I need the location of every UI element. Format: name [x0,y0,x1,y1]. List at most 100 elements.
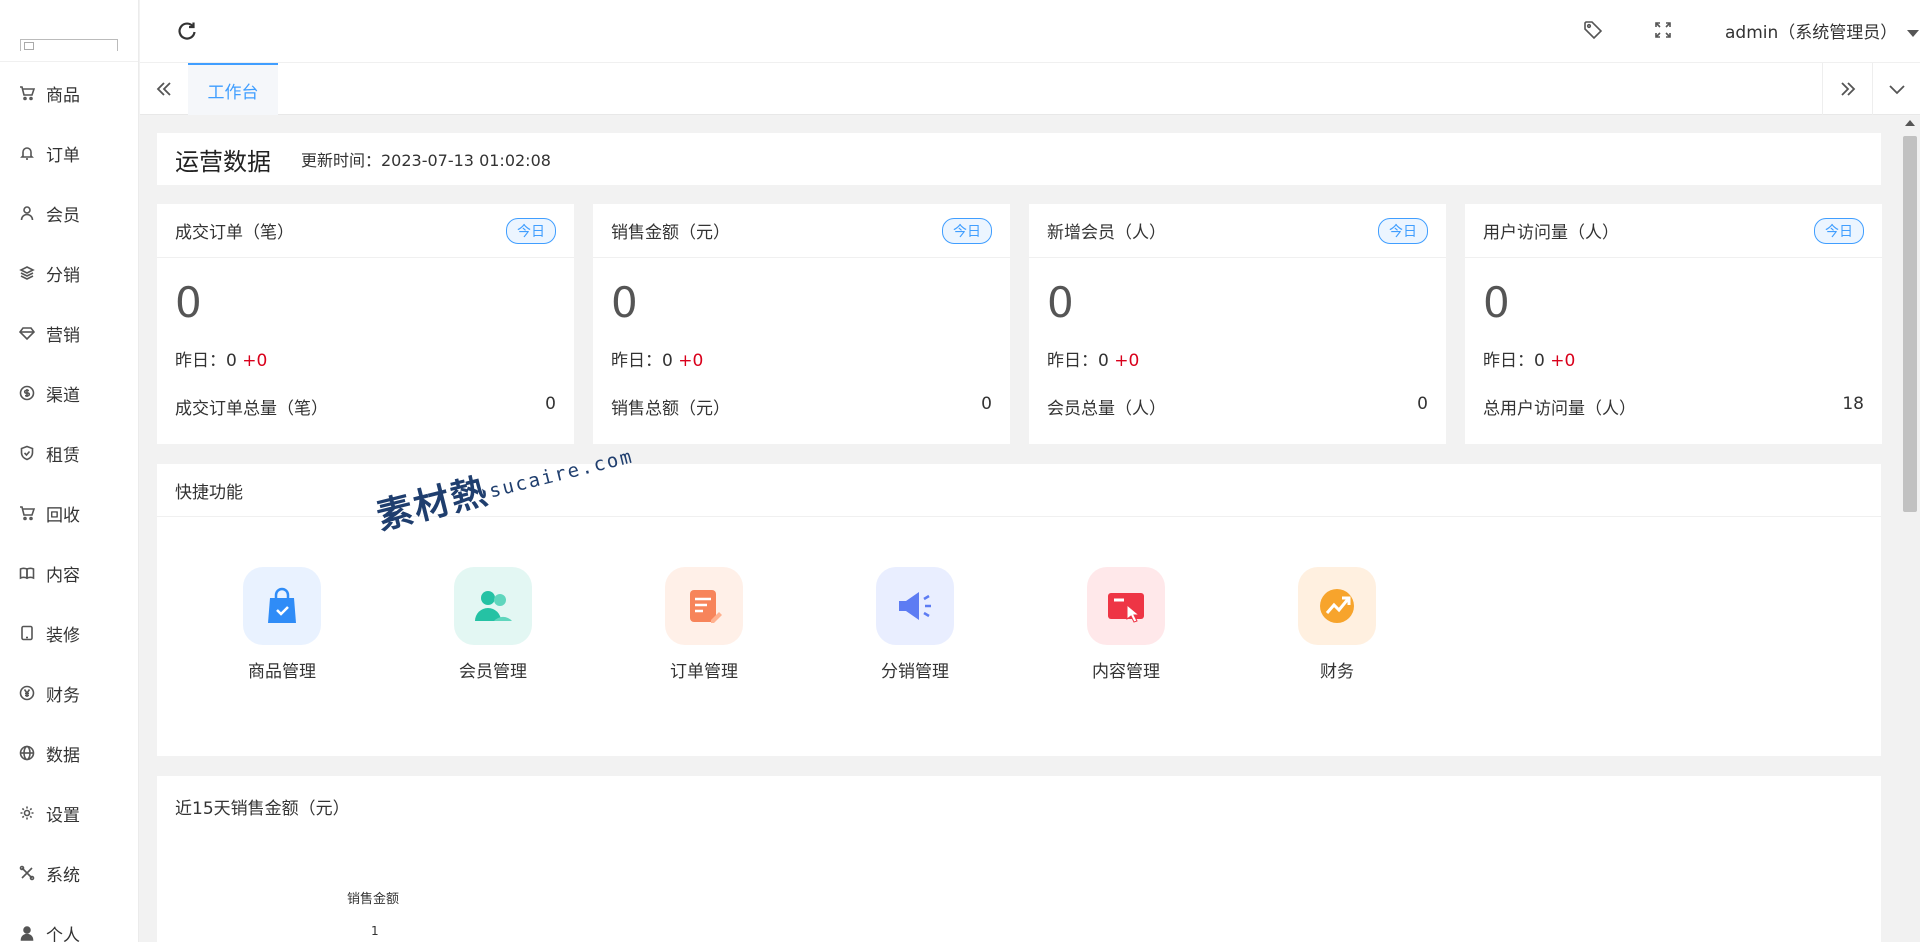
stat-card-new-members: 新增会员（人） 今日 0 昨日：0 +0 会员总量（人） 0 [1029,204,1446,444]
stat-title: 成交订单（笔） [175,223,294,243]
chart-title: 近15天销售金额（元） [175,799,350,819]
tab-bar: 工作台 [140,63,1920,115]
scroll-up-arrow-icon[interactable] [1905,120,1915,126]
sidebar-item-content[interactable]: 内容 [0,543,138,603]
sidebar-item-decoration[interactable]: 装修 [0,603,138,663]
page-title: 运营数据 [175,147,271,176]
stat-title: 用户访问量（人） [1483,223,1619,243]
sidebar-item-label: 内容 [46,565,80,586]
yesterday-label: 昨日：0 [1483,351,1545,371]
stat-total: 会员总量（人） 0 [1029,384,1446,419]
sidebar-item-members[interactable]: 会员 [0,183,138,243]
quick-label: 会员管理 [459,662,527,682]
sidebar-item-orders[interactable]: 订单 [0,123,138,183]
tag-icon[interactable] [1583,20,1605,42]
total-label: 成交订单总量（笔） [175,399,328,419]
bell-icon [18,144,36,162]
total-label: 会员总量（人） [1047,399,1166,419]
quick-distribution-management[interactable]: 分销管理 [855,567,975,682]
today-badge: 今日 [506,217,556,244]
gear-icon [18,804,36,822]
tabs-scroll-right-button[interactable] [1822,63,1872,115]
quick-label: 分销管理 [881,662,949,682]
stat-value: 0 [1483,278,1510,327]
sidebar-item-goods[interactable]: 商品 [0,63,138,123]
sidebar-item-marketing[interactable]: 营销 [0,303,138,363]
total-label: 总用户访问量（人） [1483,399,1636,419]
sidebar-item-distribution[interactable]: 分销 [0,243,138,303]
quick-member-management[interactable]: 会员管理 [433,567,553,682]
sidebar-item-label: 租赁 [46,445,80,466]
stat-total: 销售总额（元） 0 [593,384,1010,419]
tablet-icon [18,624,36,642]
user-name: admin（系统管理员） [1725,23,1898,43]
sidebar-item-label: 分销 [46,265,80,286]
vertical-scrollbar[interactable] [1900,116,1920,942]
sidebar-item-label: 个人 [46,925,80,942]
total-value: 18 [1842,394,1864,414]
quick-content-management[interactable]: 内容管理 [1066,567,1186,682]
trend-coin-icon [1298,567,1376,645]
layers-icon [18,264,36,282]
quick-label: 财务 [1320,662,1354,682]
sidebar-item-label: 设置 [46,805,80,826]
scrollbar-thumb[interactable] [1903,136,1917,512]
total-value: 0 [1417,394,1428,414]
main-content: 运营数据 更新时间：2023-07-13 01:02:08 成交订单（笔） 今日… [140,116,1900,942]
caret-down-icon [1907,29,1920,37]
sidebar-item-label: 回收 [46,505,80,526]
megaphone-icon [876,567,954,645]
yesterday-delta: +0 [1114,351,1140,371]
sidebar-item-settings[interactable]: 设置 [0,783,138,843]
stat-yesterday: 昨日：0 +0 [1465,336,1882,384]
quick-order-management[interactable]: 订单管理 [644,567,764,682]
sidebar-item-leasing[interactable]: 租赁 [0,423,138,483]
yesterday-delta: +0 [678,351,704,371]
sidebar-item-channels[interactable]: 渠道 [0,363,138,423]
user-menu[interactable]: admin（系统管理员） [1725,18,1920,43]
globe-icon [18,744,36,762]
yesterday-label: 昨日：0 [611,351,673,371]
stat-value: 0 [175,278,202,327]
sidebar-item-personal[interactable]: 个人 [0,903,138,942]
sidebar: 商品 订单 会员 分销 营销 渠道 租赁 回收 内容 装修 财务 数据 设置 系… [0,0,139,942]
stat-card-visits: 用户访问量（人） 今日 0 昨日：0 +0 总用户访问量（人） 18 [1465,204,1882,444]
quick-label: 内容管理 [1092,662,1160,682]
card-touch-icon [1087,567,1165,645]
tabs-menu-button[interactable] [1872,63,1920,115]
person-icon [18,924,36,942]
fullscreen-icon[interactable] [1653,20,1675,42]
double-chevron-left-icon [156,82,171,96]
yen-circle-icon [18,684,36,702]
quick-functions-title: 快捷功能 [157,464,1881,517]
sidebar-item-data[interactable]: 数据 [0,723,138,783]
stat-total: 总用户访问量（人） 18 [1465,384,1882,419]
sidebar-item-finance[interactable]: 财务 [0,663,138,723]
tabs-scroll-left-button[interactable] [140,63,188,115]
refresh-icon[interactable] [176,20,198,42]
shopping-bag-icon [243,567,321,645]
tab-workbench[interactable]: 工作台 [188,63,278,115]
ops-data-header: 运营数据 更新时间：2023-07-13 01:02:08 [157,133,1881,185]
quick-goods-management[interactable]: 商品管理 [222,567,342,682]
chart-legend[interactable]: 销售金额 [347,888,399,907]
quick-functions-panel: 快捷功能 商品管理 会员管理 订单管理 分销管理 内容管理 财务 [157,464,1881,756]
yesterday-delta: +0 [1550,351,1576,371]
dollar-circle-icon [18,384,36,402]
total-label: 销售总额（元） [611,399,730,419]
sidebar-item-recycle[interactable]: 回收 [0,483,138,543]
update-time: 更新时间：2023-07-13 01:02:08 [301,151,551,170]
quick-label: 商品管理 [248,662,316,682]
sidebar-item-label: 订单 [46,145,80,166]
sidebar-item-label: 数据 [46,745,80,766]
double-chevron-right-icon [1840,82,1855,96]
sidebar-item-label: 商品 [46,85,80,106]
quick-finance[interactable]: 财务 [1277,567,1397,682]
sales-chart-panel: 近15天销售金额（元） 销售金额 1 [157,776,1881,942]
sidebar-item-label: 渠道 [46,385,80,406]
sidebar-item-system[interactable]: 系统 [0,843,138,903]
sidebar-item-label: 装修 [46,625,80,646]
book-open-icon [18,564,36,582]
logo-area[interactable] [0,0,138,62]
total-value: 0 [545,394,556,414]
